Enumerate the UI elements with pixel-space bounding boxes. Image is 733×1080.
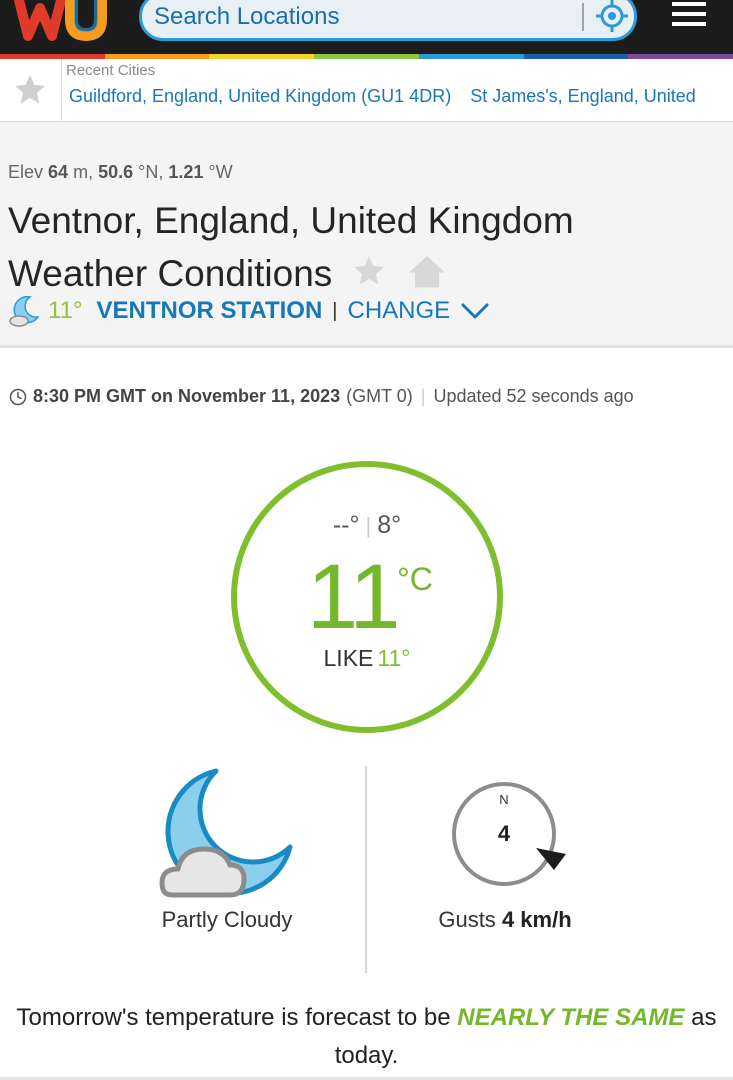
elev-value: 64 [48,162,69,182]
title-subtitle: Weather Conditions [8,253,333,294]
elevation-coordinates: Elev 64 m, 50.6 °N, 1.21 °W [8,162,233,183]
temperature-unit[interactable]: °C [397,561,433,598]
recent-city-link[interactable]: Guildford, England, United Kingdom (GU1 … [69,86,451,106]
longitude-unit: °W [208,162,233,182]
favorite-star-icon[interactable] [351,253,387,289]
partly-cloudy-night-icon [9,295,40,327]
recent-cities-list: Guildford, England, United Kingdom (GU1 … [69,86,710,107]
condition-text: Partly Cloudy [161,907,293,932]
hamburger-menu-icon[interactable] [670,0,710,36]
favorites-button[interactable] [0,59,62,122]
recent-cities-label: Recent Cities [66,62,156,79]
forecast-suffix-end: today. [334,1042,399,1069]
longitude-value: 1.21 [168,162,204,182]
observation-time: 8:30 PM GMT on November 11, 2023 [33,386,341,406]
search-box[interactable] [139,0,637,41]
title-city: Ventnor, England, United Kingdom [8,200,574,241]
forecast-prefix: Tomorrow's temperature is forecast to be [16,1004,451,1031]
clock-icon [9,388,27,405]
recent-city-link[interactable]: St James's, England, United [470,86,696,106]
observation-timestamp: 8:30 PM GMT on November 11, 2023 (GMT 0)… [9,386,634,407]
latitude-value: 50.6 [98,162,134,182]
station-name-link[interactable]: VENTNOR STATION [97,297,323,325]
partly-cloudy-night-icon [159,768,293,898]
forecast-emphasis: NEARLY THE SAME [457,1004,685,1031]
station-selector: 11° VENTNOR STATION | CHANGE [8,295,490,327]
current-temperature-circle: --° | 8° 11 °C LIKE 11° [231,461,503,733]
wu-logo[interactable] [14,0,110,42]
chevron-down-icon[interactable] [460,301,490,321]
divider [365,766,367,973]
high-low-separator: | [365,513,372,538]
wind-compass-icon: N 4 [452,782,566,886]
wind-speed: 4 [498,821,511,846]
high-low-temperatures: --° | 8° [237,511,497,540]
forecast-suffix: as [691,1004,717,1031]
low-temperature: 8° [377,511,402,539]
recent-cities-bar: Recent Cities Guildford, England, United… [0,59,733,122]
latitude-unit: °N, [138,162,164,182]
location-header: Elev 64 m, 50.6 °N, 1.21 °W Ventnor, Eng… [0,122,733,348]
elev-unit: m, [73,162,94,182]
title-actions [351,250,447,303]
feels-like: LIKE 11° [237,645,497,672]
home-icon[interactable] [407,253,447,289]
change-station-button[interactable]: CHANGE [348,297,451,325]
page-title: Ventnor, England, United Kingdom Weather… [8,194,574,303]
observation-timezone: (GMT 0) [346,386,413,406]
feels-like-label: LIKE [323,645,374,671]
locate-icon[interactable] [594,0,630,34]
forecast-summary: Tomorrow's temperature is forecast to be… [10,999,723,1075]
station-separator: | [332,299,338,322]
current-temperature: 11 [307,546,401,648]
station-temperature: 11° [48,297,83,324]
search-divider [582,3,584,31]
gusts-value: 4 km/h [501,907,572,932]
star-icon [15,75,45,104]
compass-north-label: N [499,792,508,807]
top-bar [0,0,733,54]
wind-gusts: Gusts 4 km/h [390,907,620,933]
gusts-label: Gusts [438,907,496,932]
timestamp-separator: | [420,386,426,406]
feels-like-value: 11° [377,645,411,671]
high-temperature: --° [332,511,360,539]
updated-time: Updated 52 seconds ago [433,386,634,406]
search-input[interactable] [154,2,574,32]
elev-label: Elev [8,162,44,182]
